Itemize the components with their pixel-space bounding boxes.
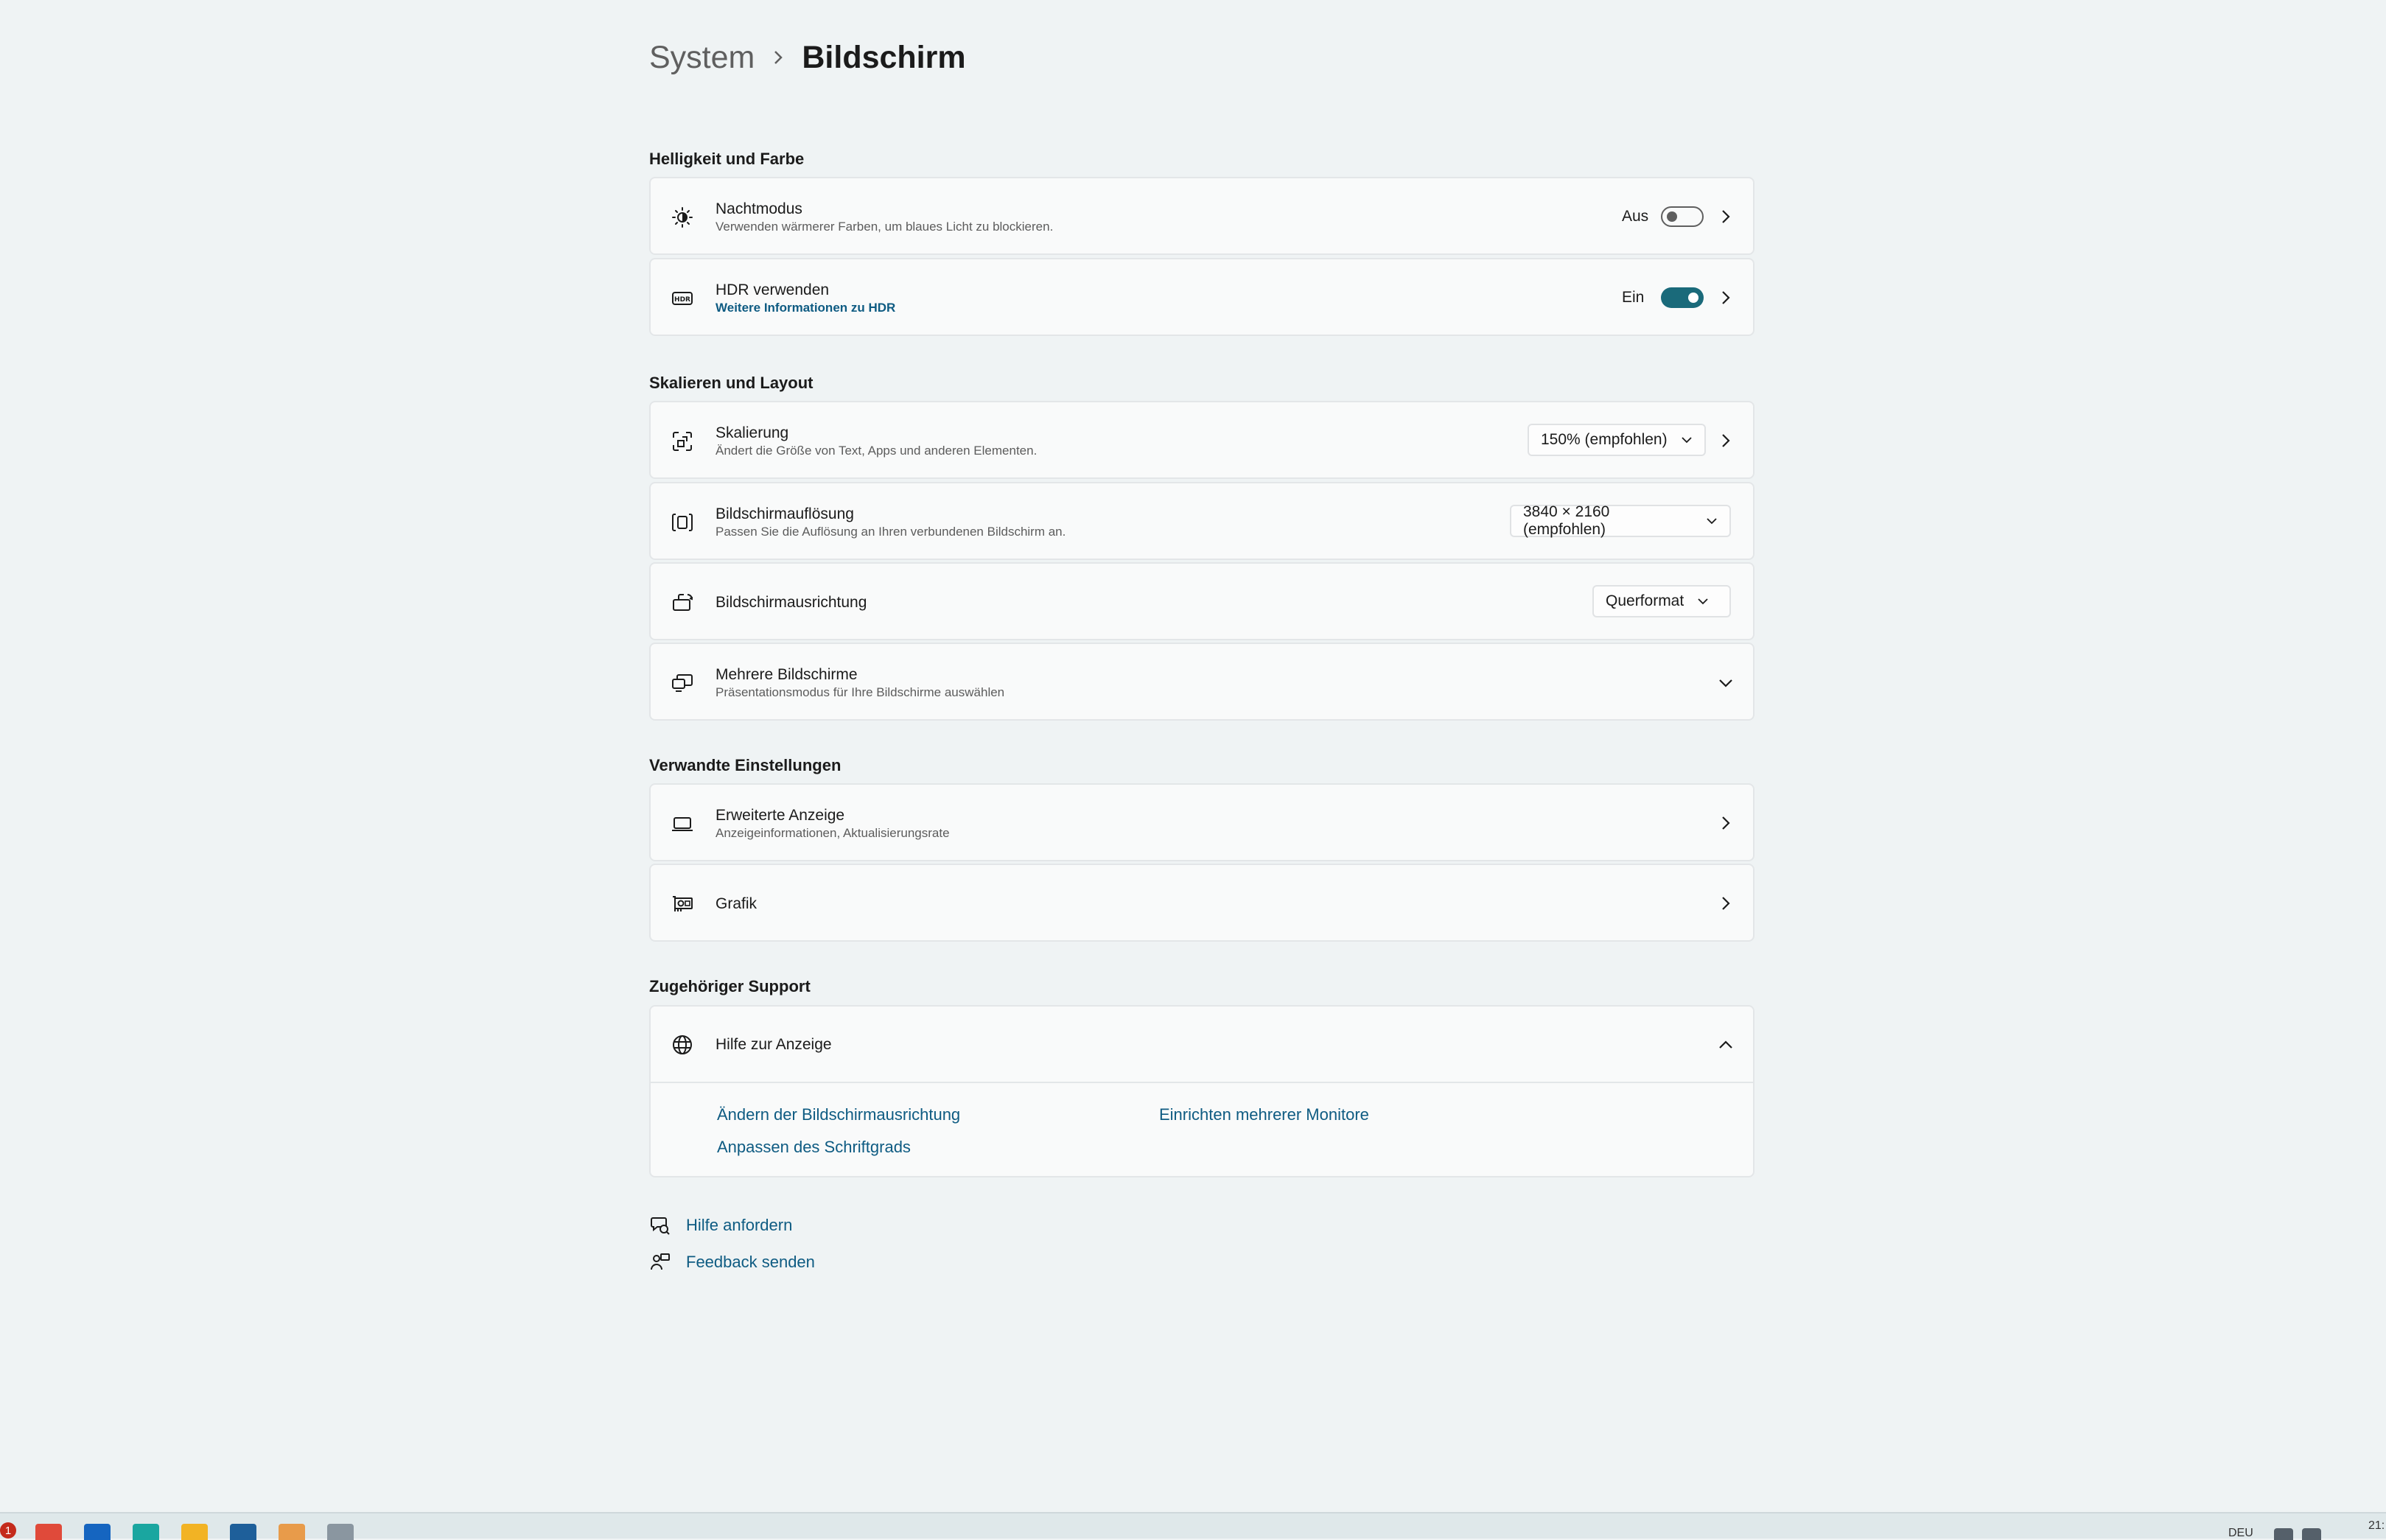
brightness-icon — [670, 205, 695, 230]
scaling-card[interactable]: Skalierung Ändert die Größe von Text, Ap… — [649, 401, 1754, 479]
section-title-related-settings: Verwandte Einstellungen — [649, 756, 842, 774]
help-link-multiple-monitors[interactable]: Einrichten mehrerer Monitore — [1159, 1105, 1369, 1124]
chevron-down-icon — [1706, 517, 1718, 525]
chevron-right-icon[interactable] — [1718, 433, 1734, 449]
advanced-display-card[interactable]: Erweiterte Anzeige Anzeigeinformationen,… — [649, 783, 1754, 861]
help-link-font-size[interactable]: Anpassen des Schriftgrads — [717, 1138, 911, 1157]
hdr-icon: HDR — [670, 286, 695, 311]
feedback-icon — [649, 1251, 671, 1273]
chevron-down-icon — [1681, 436, 1693, 444]
settings-app-icon[interactable] — [327, 1524, 354, 1540]
get-help-link[interactable]: Hilfe anfordern — [649, 1214, 792, 1236]
notification-badge: 1 — [0, 1522, 16, 1539]
chevron-down-icon — [1697, 598, 1709, 605]
help-chat-icon — [649, 1214, 671, 1236]
resolution-card: Bildschirmauflösung Passen Sie die Auflö… — [649, 482, 1754, 560]
multiple-displays-title: Mehrere Bildschirme — [716, 666, 858, 683]
chevron-right-icon[interactable] — [1718, 895, 1734, 911]
breadcrumb-system[interactable]: System — [649, 40, 755, 76]
chevron-down-icon[interactable] — [1718, 675, 1734, 691]
language-indicator[interactable]: DEU — [2228, 1527, 2253, 1540]
laptop-icon — [670, 811, 695, 836]
orientation-dropdown[interactable]: Querformat — [1592, 585, 1731, 617]
hdr-state-label: Ein — [1622, 289, 1645, 306]
graphics-title: Grafik — [716, 895, 758, 912]
scaling-dropdown[interactable]: 150% (empfohlen) — [1528, 424, 1706, 456]
scaling-icon — [670, 429, 695, 454]
taskbar: 1 DEU 21: — [0, 1512, 2386, 1540]
night-mode-subtitle: Verwenden wärmerer Farben, um blaues Lic… — [716, 220, 1054, 234]
orientation-icon — [670, 590, 695, 615]
graphics-text: Grafik — [716, 895, 757, 914]
store-icon[interactable] — [230, 1524, 256, 1540]
help-display-card: Hilfe zur Anzeige Ändern der Bildschirma… — [649, 1005, 1754, 1177]
hdr-toggle[interactable] — [1661, 287, 1704, 308]
help-link-orientation[interactable]: Ändern der Bildschirmausrichtung — [717, 1105, 960, 1124]
chevron-right-icon — [772, 49, 784, 66]
resolution-value: 3840 × 2160 (empfohlen) — [1523, 503, 1610, 538]
multiple-displays-subtitle: Präsentationsmodus für Ihre Bildschirme … — [716, 685, 1005, 699]
help-display-header[interactable]: Hilfe zur Anzeige — [651, 1007, 1753, 1083]
clock[interactable]: 21: — [2368, 1519, 2385, 1533]
page-title: Bildschirm — [802, 39, 966, 75]
chevron-up-icon[interactable] — [1718, 1037, 1734, 1053]
globe-icon — [670, 1032, 695, 1057]
chrome-icon[interactable] — [35, 1524, 62, 1540]
chevron-right-icon[interactable] — [1718, 290, 1734, 306]
help-display-text: Hilfe zur Anzeige — [716, 1035, 832, 1054]
file-explorer-icon[interactable] — [181, 1524, 208, 1540]
resolution-subtitle: Passen Sie die Auflösung an Ihren verbun… — [716, 525, 1066, 539]
advanced-display-text: Erweiterte Anzeige Anzeigeinformationen,… — [716, 806, 950, 841]
advanced-display-subtitle: Anzeigeinformationen, Aktualisierungsrat… — [716, 826, 950, 840]
scaling-title: Skalierung — [716, 424, 789, 441]
send-feedback-link[interactable]: Feedback senden — [649, 1251, 815, 1273]
svg-text:HDR: HDR — [674, 296, 690, 304]
hdr-card[interactable]: HDR HDR verwenden Weitere Informationen … — [649, 258, 1754, 336]
outlook-icon[interactable] — [84, 1524, 111, 1540]
multiple-displays-text: Mehrere Bildschirme Präsentationsmodus f… — [716, 665, 1004, 701]
resolution-dropdown[interactable]: 3840 × 2160 (empfohlen) — [1510, 503, 1731, 538]
graphics-card[interactable]: Grafik — [649, 864, 1754, 942]
section-title-related-support: Zugehöriger Support — [649, 977, 811, 995]
scaling-text: Skalierung Ändert die Größe von Text, Ap… — [716, 424, 1037, 459]
edge-icon[interactable] — [133, 1524, 159, 1540]
hdr-learn-more-link[interactable]: Weitere Informationen zu HDR — [716, 300, 895, 316]
help-display-title: Hilfe zur Anzeige — [716, 1036, 832, 1053]
resolution-text: Bildschirmauflösung Passen Sie die Auflö… — [716, 505, 1066, 540]
section-title-scale-layout: Skalieren und Layout — [649, 374, 814, 392]
night-mode-toggle[interactable] — [1661, 206, 1704, 227]
night-mode-state-label: Aus — [1622, 208, 1649, 225]
get-help-label: Hilfe anfordern — [686, 1216, 793, 1234]
hdr-title: HDR verwenden — [716, 281, 830, 298]
app-icon[interactable] — [279, 1524, 305, 1540]
scaling-subtitle: Ändert die Größe von Text, Apps und ande… — [716, 444, 1038, 458]
send-feedback-label: Feedback senden — [686, 1253, 815, 1271]
orientation-title: Bildschirmausrichtung — [716, 594, 867, 611]
breadcrumb: System Bildschirm — [649, 35, 966, 80]
chevron-right-icon[interactable] — [1718, 209, 1734, 225]
section-title-brightness: Helligkeit und Farbe — [649, 150, 805, 168]
orientation-card: Bildschirmausrichtung Querformat — [649, 562, 1754, 640]
night-mode-text: Nachtmodus Verwenden wärmerer Farben, um… — [716, 200, 1053, 235]
night-mode-title: Nachtmodus — [716, 200, 802, 217]
resolution-title: Bildschirmauflösung — [716, 505, 854, 522]
chevron-right-icon[interactable] — [1718, 815, 1734, 831]
scaling-value: 150% (empfohlen) — [1541, 431, 1668, 448]
multiple-displays-card[interactable]: Mehrere Bildschirme Präsentationsmodus f… — [649, 643, 1754, 721]
advanced-display-title: Erweiterte Anzeige — [716, 807, 845, 824]
orientation-text: Bildschirmausrichtung — [716, 593, 867, 612]
resolution-icon — [670, 510, 695, 535]
orientation-value: Querformat — [1606, 592, 1684, 609]
night-mode-card[interactable]: Nachtmodus Verwenden wärmerer Farben, um… — [649, 177, 1754, 255]
graphics-card-icon — [670, 892, 695, 917]
hdr-text: HDR verwenden Weitere Informationen zu H… — [716, 281, 895, 316]
multiple-displays-icon — [670, 671, 695, 696]
